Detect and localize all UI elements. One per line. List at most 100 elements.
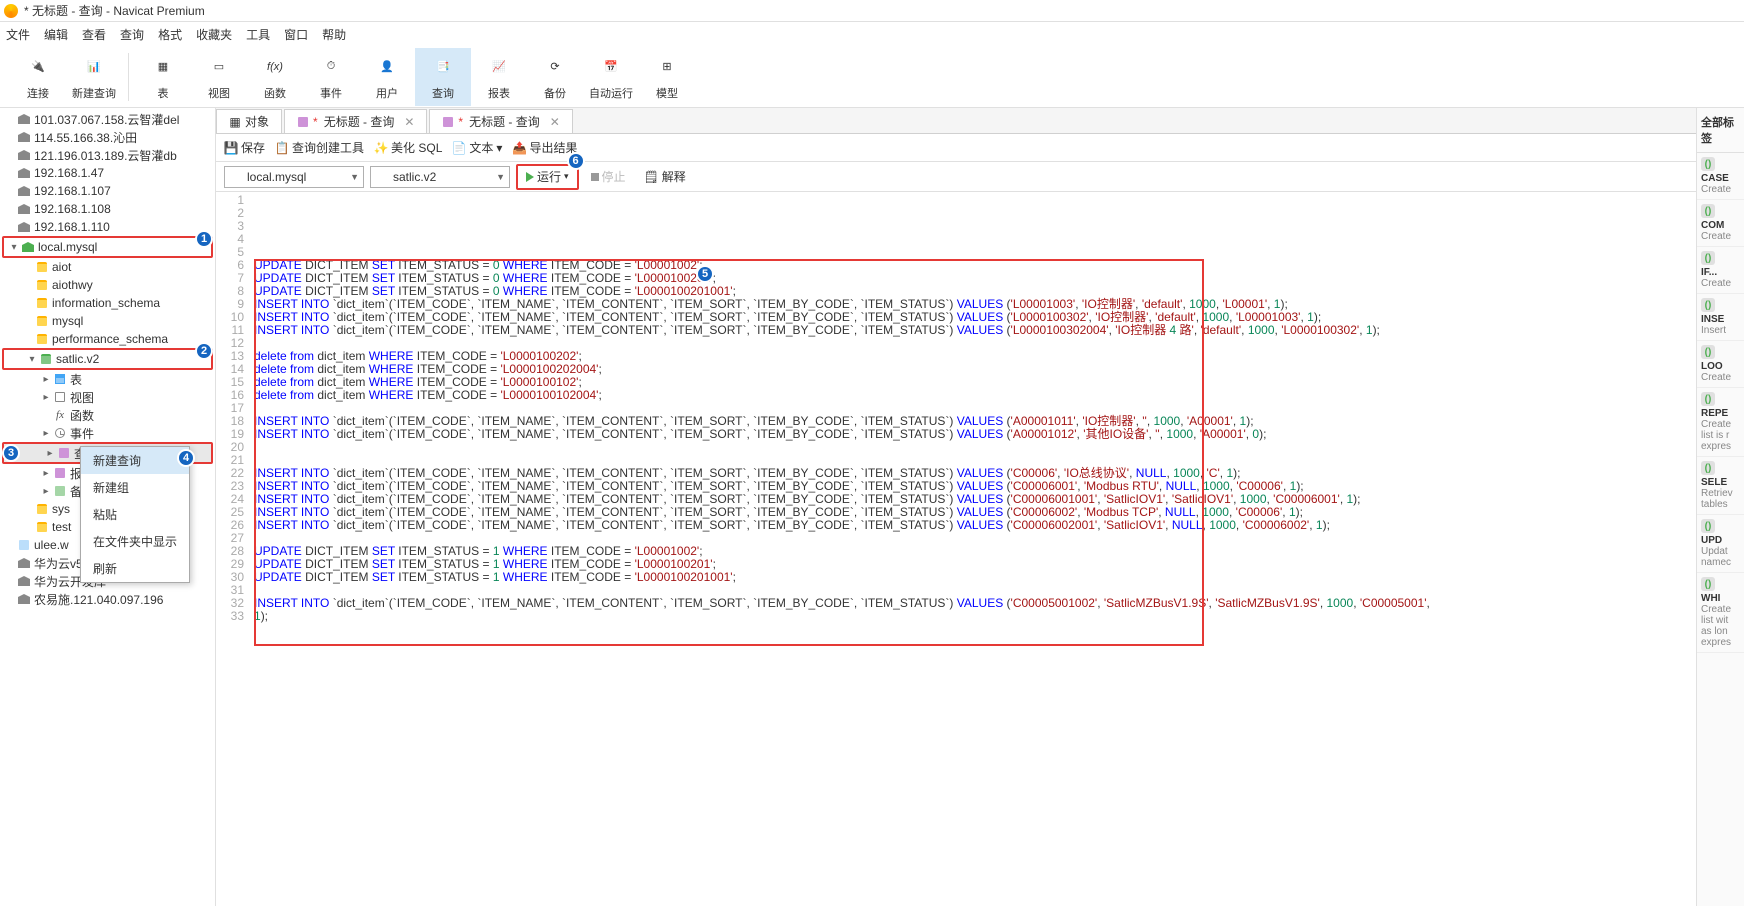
context-menu-item[interactable]: 粘贴 [81,501,189,528]
snippet-item[interactable]: ()REPECreate list is r expres [1697,388,1744,457]
conn-icon [16,148,32,162]
editor-tab[interactable]: ▦对象 [216,109,282,133]
toolbar-backup-button[interactable]: ⟳备份 [527,48,583,106]
snippet-item[interactable]: ()UPDUpdat namec [1697,515,1744,573]
app-logo-icon [4,4,18,18]
auto-icon: 📅 [597,53,625,81]
snippet-item[interactable]: ()WHICreate list wit as lon expres [1697,573,1744,653]
text-icon: 📄 [452,141,466,155]
stop-icon [591,173,599,181]
connection-combo[interactable]: local.mysql ▼ [224,166,364,188]
snippet-icon: () [1701,204,1715,218]
context-menu-item[interactable]: 刷新 [81,555,189,582]
save-button[interactable]: 💾保存 [224,139,265,156]
tree-item[interactable]: 192.168.1.108 [0,200,215,218]
tree-item[interactable]: ▾satlic.v2 [4,350,211,368]
content-area: ▦对象*无标题 - 查询✕*无标题 - 查询✕ 💾保存 📋查询创建工具 ✨美化 … [216,108,1696,906]
tree-item[interactable]: ▸视图 [0,388,215,406]
toolbar-auto-button[interactable]: 📅自动运行 [583,48,639,106]
tree-item[interactable]: information_schema [0,294,215,312]
context-menu-item[interactable]: 在文件夹中显示 [81,528,189,555]
tree-item[interactable]: 192.168.1.110 [0,218,215,236]
tree-item[interactable]: 农易施.121.040.097.196 [0,590,215,608]
tree-arrow-icon[interactable]: ▸ [40,392,52,403]
tree-item[interactable]: 192.168.1.47 [0,164,215,182]
tree-item[interactable]: aiothwy [0,276,215,294]
tree-item[interactable]: 192.168.1.107 [0,182,215,200]
qry-icon [52,466,68,480]
snippet-panel-title: 全部标签 [1697,108,1744,153]
toolbar-user-button[interactable]: 👤用户 [359,48,415,106]
toolbar-query-button[interactable]: 📑查询 [415,48,471,106]
toolbar-view-button[interactable]: ▭视图 [191,48,247,106]
menu-查看[interactable]: 查看 [82,26,106,43]
tree-arrow-icon[interactable]: ▸ [40,374,52,385]
menu-帮助[interactable]: 帮助 [322,26,346,43]
context-menu-item[interactable]: 新建查询 [81,447,189,474]
sql-editor[interactable]: 1234567891011121314151617181920212223242… [216,192,1696,906]
close-icon[interactable]: ✕ [404,115,414,129]
query-sub-toolbar: 💾保存 📋查询创建工具 ✨美化 SQL 📄文本 ▾ 📤导出结果 [216,134,1696,162]
snippet-item[interactable]: ()LOOCreate [1697,341,1744,388]
connection-tree[interactable]: 101.037.067.158.云智灌del114.55.166.38.沁田12… [0,108,216,906]
tree-arrow-icon[interactable]: ▸ [40,486,52,497]
toolbar-report-button[interactable]: 📈报表 [471,48,527,106]
snippet-icon: () [1701,519,1715,533]
tree-item[interactable]: ▸表 [0,370,215,388]
editor-tab[interactable]: *无标题 - 查询✕ [429,109,572,133]
window-title: * 无标题 - 查询 - Navicat Premium [24,2,205,19]
snippet-item[interactable]: ()SELERetriev tables [1697,457,1744,515]
conn-icon [229,171,243,183]
snippet-item[interactable]: ()INSEInsert [1697,294,1744,341]
toolbar-event-button[interactable]: ⏱事件 [303,48,359,106]
tree-item-label: 表 [70,371,82,388]
text-dropdown-button[interactable]: 📄文本 ▾ [452,139,502,156]
main-toolbar: 🔌连接📊新建查询▦表▭视图f(x)函数⏱事件👤用户📑查询📈报表⟳备份📅自动运行⊞… [0,46,1744,108]
toolbar-label: 模型 [656,85,678,101]
tree-arrow-icon[interactable]: ▸ [40,428,52,439]
tree-arrow-icon[interactable]: ▸ [40,468,52,479]
menu-文件[interactable]: 文件 [6,26,30,43]
code-area[interactable]: UPDATE DICT_ITEM SET ITEM_STATUS = 0 WHE… [250,192,1696,906]
toolbar-table-button[interactable]: ▦表 [135,48,191,106]
editor-tab[interactable]: *无标题 - 查询✕ [284,109,427,133]
builder-icon: 📋 [275,141,289,155]
tree-item[interactable]: mysql [0,312,215,330]
toolbar-plug-button[interactable]: 🔌连接 [10,48,66,106]
conn-icon [16,220,32,234]
stop-button[interactable]: 停止 [585,166,632,188]
close-icon[interactable]: ✕ [550,115,560,129]
tree-arrow-icon[interactable]: ▾ [8,242,20,253]
menu-工具[interactable]: 工具 [246,26,270,43]
toolbar-newq-button[interactable]: 📊新建查询 [66,48,122,106]
menu-收藏夹[interactable]: 收藏夹 [196,26,232,43]
toolbar-label: 事件 [320,85,342,101]
menu-编辑[interactable]: 编辑 [44,26,68,43]
beautify-sql-button[interactable]: ✨美化 SQL [374,139,442,156]
tree-item[interactable]: aiot [0,258,215,276]
tree-item[interactable]: ▾local.mysql [4,238,211,256]
menu-格式[interactable]: 格式 [158,26,182,43]
explain-button[interactable]: 🗒解释 [638,166,692,188]
query-builder-button[interactable]: 📋查询创建工具 [275,139,364,156]
tree-arrow-icon[interactable]: ▾ [26,354,38,365]
tree-item[interactable]: 114.55.166.38.沁田 [0,128,215,146]
database-combo[interactable]: satlic.v2 ▼ [370,166,510,188]
tree-item[interactable]: 101.037.067.158.云智灌del [0,110,215,128]
toolbar-model-button[interactable]: ⊞模型 [639,48,695,106]
export-results-button[interactable]: 📤导出结果 [512,139,577,156]
run-button[interactable]: 运行 ▾ [520,166,575,188]
toolbar-fx-button[interactable]: f(x)函数 [247,48,303,106]
toolbar-label: 新建查询 [72,85,116,101]
menu-查询[interactable]: 查询 [120,26,144,43]
snippet-item[interactable]: ()CASECreate [1697,153,1744,200]
tree-item[interactable]: ▸事件 [0,424,215,442]
tree-item[interactable]: 121.196.013.189.云智灌db [0,146,215,164]
tree-item[interactable]: fx函数 [0,406,215,424]
snippet-item[interactable]: ()COMCreate [1697,200,1744,247]
tree-arrow-icon[interactable]: ▸ [44,448,56,459]
tree-item[interactable]: performance_schema [0,330,215,348]
menu-窗口[interactable]: 窗口 [284,26,308,43]
snippet-item[interactable]: ()IF...Create [1697,247,1744,294]
context-menu-item[interactable]: 新建组 [81,474,189,501]
